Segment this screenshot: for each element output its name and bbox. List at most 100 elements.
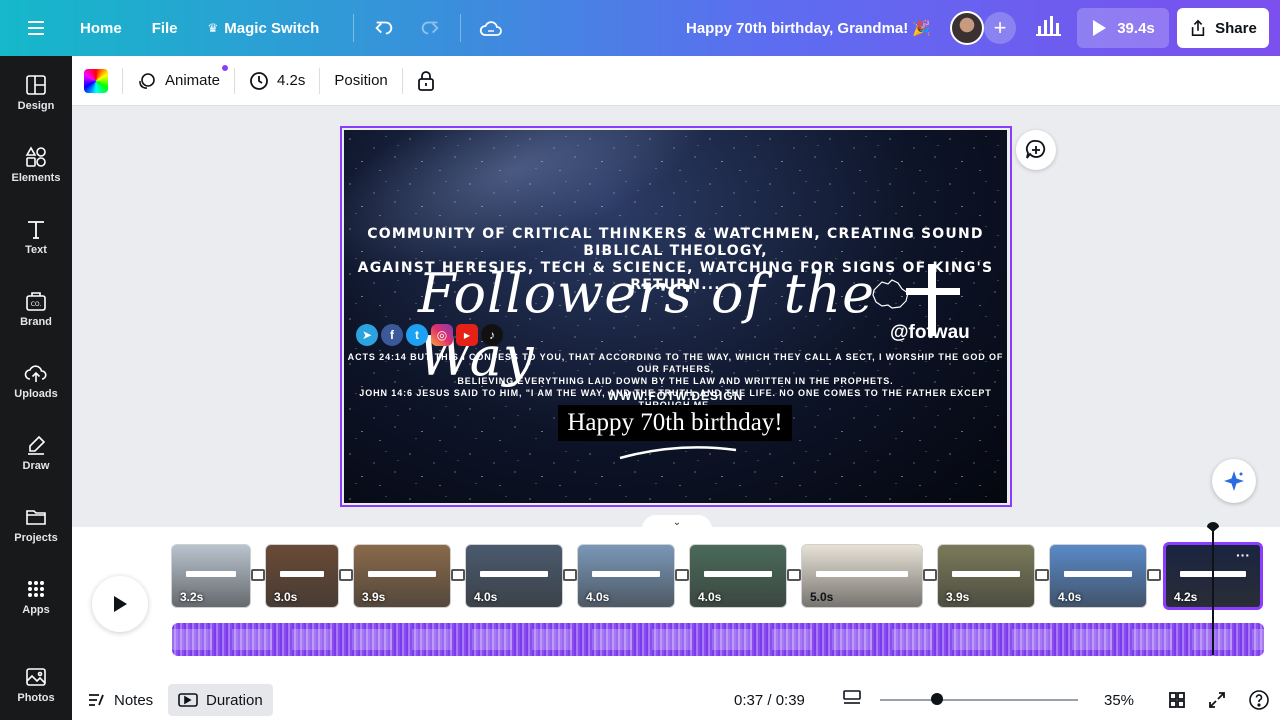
twitter-icon: t xyxy=(406,324,428,346)
timeline-clip[interactable]: 5.0s xyxy=(801,544,923,608)
clock-icon xyxy=(250,71,268,90)
sidebar-item-uploads[interactable]: Uploads xyxy=(0,356,72,416)
sidebar-item-draw[interactable]: Draw xyxy=(0,428,72,488)
zoom-slider-handle[interactable] xyxy=(931,693,944,705)
sidebar-item-design[interactable]: Design xyxy=(0,68,72,128)
share-icon xyxy=(1191,19,1205,37)
transition-button[interactable] xyxy=(787,569,801,581)
more-options-icon[interactable]: ··· xyxy=(1236,547,1250,563)
clip-duration: 3.2s xyxy=(180,590,204,604)
sidebar-item-brand[interactable]: CO. Brand xyxy=(0,284,72,344)
timeline-clip[interactable]: 4.0s xyxy=(577,544,675,608)
help-icon[interactable] xyxy=(1248,689,1270,711)
grid-view-icon[interactable] xyxy=(1168,691,1186,709)
sidebar-item-elements[interactable]: Elements xyxy=(0,140,72,200)
sidebar-item-text[interactable]: Text xyxy=(0,212,72,272)
bottom-right-controls xyxy=(1168,689,1270,711)
page-view-button[interactable] xyxy=(842,689,862,711)
playhead[interactable] xyxy=(1212,530,1214,655)
audio-track[interactable] xyxy=(172,623,1264,656)
sidebar-item-photos[interactable]: Photos xyxy=(0,660,72,720)
duration-label: 4.2s xyxy=(277,72,306,89)
document-title[interactable]: Happy 70th birthday, Grandma! 🎉 xyxy=(686,19,931,37)
cloud-save-button[interactable] xyxy=(473,10,509,46)
timeline-clip[interactable]: 3.2s xyxy=(171,544,251,608)
sidebar-item-projects[interactable]: Projects xyxy=(0,500,72,560)
add-comment-button[interactable] xyxy=(1016,130,1056,170)
zoom-level[interactable]: 35% xyxy=(1104,692,1134,709)
timeline-clip[interactable]: 3.9s xyxy=(353,544,451,608)
cloud-icon xyxy=(480,21,503,36)
clip-duration: 3.0s xyxy=(274,590,298,604)
undo-icon xyxy=(375,21,393,35)
shapes-icon xyxy=(25,146,46,167)
divider xyxy=(353,14,355,42)
context-toolbar: Animate 4.2s Position xyxy=(72,56,1280,106)
photo-icon xyxy=(26,668,46,686)
upload-cloud-icon xyxy=(24,365,47,382)
pen-icon xyxy=(28,435,46,455)
avatar[interactable] xyxy=(950,11,984,45)
timeline-clip[interactable]: 4.0s xyxy=(465,544,563,608)
transition-button[interactable] xyxy=(563,569,577,581)
magic-switch-button[interactable]: ♛ Magic Switch xyxy=(200,12,328,45)
transition-button[interactable] xyxy=(1147,569,1161,581)
timeline-clip[interactable]: 4.0s xyxy=(1049,544,1147,608)
animate-button[interactable]: Animate xyxy=(137,64,229,91)
share-button[interactable]: Share xyxy=(1177,8,1269,48)
zoom-slider-track[interactable] xyxy=(880,699,1078,701)
audio-waveform xyxy=(172,629,1264,650)
text-icon xyxy=(28,221,44,239)
clip-caption xyxy=(952,571,1020,578)
notes-button[interactable]: Notes xyxy=(88,692,153,709)
website-text[interactable]: WWW.FOTW.DESIGN xyxy=(344,389,1007,403)
social-icons: ➤ f t ◎ ▶ ♪ xyxy=(356,324,503,346)
timeline-clip[interactable]: 3.9s xyxy=(937,544,1035,608)
notes-icon xyxy=(89,694,104,706)
divider xyxy=(319,67,321,94)
lock-button[interactable] xyxy=(417,70,435,91)
home-button[interactable]: Home xyxy=(72,12,130,45)
redo-button[interactable] xyxy=(412,10,448,46)
play-preview-button[interactable]: 39.4s xyxy=(1077,8,1169,48)
transition-button[interactable] xyxy=(451,569,465,581)
clip-duration: 5.0s xyxy=(810,590,834,604)
transition-button[interactable] xyxy=(339,569,353,581)
undo-button[interactable] xyxy=(366,10,402,46)
menu-button[interactable] xyxy=(0,0,72,56)
duration-button[interactable]: 4.2s xyxy=(249,71,305,91)
sidebar-item-apps[interactable]: Apps xyxy=(0,572,72,632)
magic-assistant-button[interactable] xyxy=(1212,459,1256,503)
collapse-timeline-button[interactable]: ⌄ xyxy=(642,515,712,529)
clip-duration: 3.9s xyxy=(362,590,386,604)
divider xyxy=(460,14,462,42)
play-button[interactable] xyxy=(92,576,148,632)
sidebar-label: Design xyxy=(17,100,55,112)
transition-button[interactable] xyxy=(1035,569,1049,581)
slide-canvas[interactable]: COMMUNITY OF CRITICAL THINKERS & WATCHME… xyxy=(344,130,1007,503)
birthday-caption[interactable]: Happy 70th birthday! xyxy=(558,405,792,441)
svg-text:CO.: CO. xyxy=(31,301,42,308)
notification-dot xyxy=(222,64,229,71)
playback-time: 0:37 / 0:39 xyxy=(734,691,805,709)
color-picker-button[interactable] xyxy=(84,68,108,93)
insights-button[interactable] xyxy=(1030,10,1066,46)
transition-button[interactable] xyxy=(923,569,937,581)
timeline-clip[interactable]: 3.0s xyxy=(265,544,339,608)
file-menu-button[interactable]: File xyxy=(144,12,186,45)
sidebar-label: Projects xyxy=(14,532,58,544)
divider xyxy=(234,67,236,94)
swoosh-decoration xyxy=(619,446,737,460)
clip-caption xyxy=(816,571,908,578)
animate-icon xyxy=(139,72,155,89)
transition-button[interactable] xyxy=(251,569,265,581)
youtube-icon: ▶ xyxy=(456,324,478,346)
add-collaborator-button[interactable]: + xyxy=(984,12,1016,44)
transition-button[interactable] xyxy=(675,569,689,581)
fullscreen-icon[interactable] xyxy=(1208,691,1226,709)
timeline-clip[interactable]: 4.0s xyxy=(689,544,787,608)
telegram-icon: ➤ xyxy=(356,324,378,346)
social-handle[interactable]: @fotwau xyxy=(890,322,970,344)
position-button[interactable]: Position xyxy=(334,72,387,89)
duration-toggle-button[interactable]: Duration xyxy=(168,684,273,716)
